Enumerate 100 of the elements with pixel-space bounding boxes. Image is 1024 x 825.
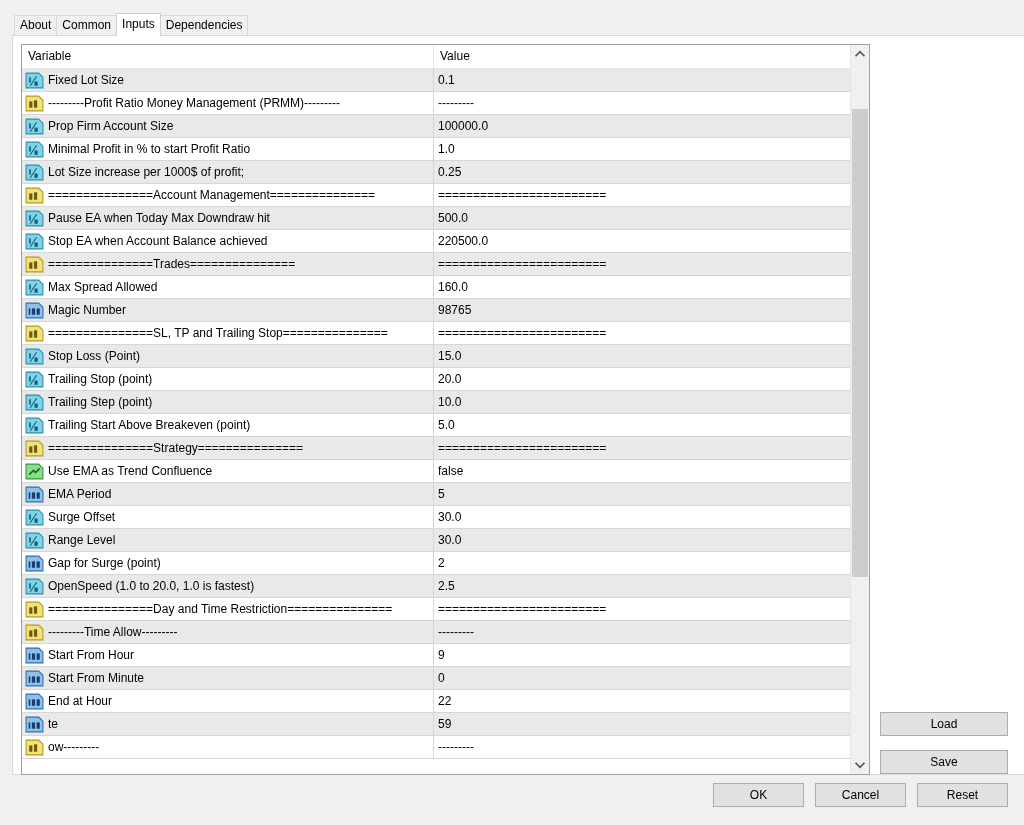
integer-type-icon	[25, 301, 44, 319]
double-type-icon	[25, 508, 44, 526]
integer-type-icon	[25, 669, 44, 687]
variable-name: Lot Size increase per 1000$ of profit;	[48, 165, 245, 179]
variable-value[interactable]: 2.5	[438, 579, 455, 593]
double-type-icon	[25, 393, 44, 411]
scroll-thumb[interactable]	[852, 109, 868, 577]
variable-name: Stop EA when Account Balance achieved	[48, 234, 268, 248]
variable-value[interactable]: 9	[438, 648, 445, 662]
double-type-icon	[25, 278, 44, 296]
variable-value[interactable]: 1.0	[438, 142, 455, 156]
variable-value[interactable]: 0	[438, 671, 445, 685]
variable-value[interactable]: 100000.0	[438, 119, 489, 133]
string-type-icon	[25, 255, 44, 273]
variable-name: ===============Day and Time Restriction===============	[48, 602, 393, 616]
variable-value[interactable]: 0.1	[438, 73, 455, 87]
variable-name: ===============SL, TP and Trailing Stop===============	[48, 326, 388, 340]
tab[interactable]: About	[14, 15, 58, 35]
variable-name: ===============Account Management===============	[48, 188, 375, 202]
variable-name: Pause EA when Today Max Downdraw hit	[48, 211, 270, 225]
variable-name: Trailing Stop (point)	[48, 372, 153, 386]
double-type-icon	[25, 577, 44, 595]
string-type-icon	[25, 94, 44, 112]
variable-value[interactable]: 15.0	[438, 349, 462, 363]
variable-value[interactable]: 30.0	[438, 510, 462, 524]
variable-value[interactable]: ========================	[438, 257, 607, 271]
integer-type-icon	[25, 646, 44, 664]
scrollbar[interactable]	[850, 45, 869, 774]
integer-type-icon	[25, 554, 44, 572]
variable-value[interactable]: 59	[438, 717, 452, 731]
variable-name: OpenSpeed (1.0 to 20.0, 1.0 is fastest)	[48, 579, 255, 593]
variable-value[interactable]: ---------	[438, 96, 474, 110]
variable-name: Minimal Profit in % to start Profit Ratio	[48, 142, 251, 156]
string-type-icon	[25, 738, 44, 756]
variable-name: Start From Minute	[48, 671, 145, 685]
variable-value[interactable]: ========================	[438, 602, 607, 616]
string-type-icon	[25, 623, 44, 641]
string-type-icon	[25, 439, 44, 457]
variable-value[interactable]: 30.0	[438, 533, 462, 547]
variable-value[interactable]: ---------	[438, 625, 474, 639]
variable-name: Fixed Lot Size	[48, 73, 125, 87]
variable-name: EMA Period	[48, 487, 112, 501]
double-type-icon	[25, 117, 44, 135]
variable-name: Trailing Start Above Breakeven (point)	[48, 418, 251, 432]
variable-name: Max Spread Allowed	[48, 280, 158, 294]
variable-name: ow---------	[48, 740, 100, 754]
variable-name: Trailing Step (point)	[48, 395, 153, 409]
variable-value[interactable]: false	[438, 464, 464, 478]
variable-value[interactable]: ========================	[438, 188, 607, 202]
double-type-icon	[25, 232, 44, 250]
dialog-button[interactable]: Cancel	[815, 783, 906, 807]
variable-name: Start From Hour	[48, 648, 134, 662]
variable-value[interactable]: 220500.0	[438, 234, 489, 248]
variable-name: Range Level	[48, 533, 116, 547]
double-type-icon	[25, 370, 44, 388]
tab[interactable]: Inputs	[116, 13, 161, 36]
integer-type-icon	[25, 692, 44, 710]
variable-name: Magic Number	[48, 303, 127, 317]
integer-type-icon	[25, 715, 44, 733]
variable-name: Stop Loss (Point)	[48, 349, 141, 363]
variable-value[interactable]: 22	[438, 694, 452, 708]
variable-value[interactable]: 5.0	[438, 418, 455, 432]
side-button[interactable]: Load	[880, 712, 1008, 736]
variable-value[interactable]: 20.0	[438, 372, 462, 386]
column-header[interactable]: Value	[434, 45, 850, 68]
double-type-icon	[25, 531, 44, 549]
double-type-icon	[25, 209, 44, 227]
variable-name: Use EMA as Trend Confluence	[48, 464, 213, 478]
variable-value[interactable]: 5	[438, 487, 445, 501]
side-button[interactable]: Save	[880, 750, 1008, 774]
double-type-icon	[25, 416, 44, 434]
variable-name: te	[48, 717, 58, 731]
integer-type-icon	[25, 485, 44, 503]
variable-name: ---------Time Allow---------	[48, 625, 178, 639]
variable-value[interactable]: 2	[438, 556, 445, 570]
variable-value[interactable]: ========================	[438, 441, 607, 455]
variable-name: Gap for Surge (point)	[48, 556, 161, 570]
variable-name: ===============Strategy===============	[48, 441, 303, 455]
double-type-icon	[25, 163, 44, 181]
variable-value[interactable]: 500.0	[438, 211, 469, 225]
dialog-button[interactable]: Reset	[917, 783, 1008, 807]
double-type-icon	[25, 140, 44, 158]
variable-value[interactable]: 0.25	[438, 165, 462, 179]
bool-type-icon	[25, 462, 44, 480]
variable-name: Prop Firm Account Size	[48, 119, 174, 133]
variable-value[interactable]: ---------	[438, 740, 474, 754]
variable-name: ===============Trades===============	[48, 257, 296, 271]
variable-value[interactable]: ========================	[438, 326, 607, 340]
dialog-button[interactable]: OK	[713, 783, 804, 807]
variable-name: ---------Profit Ratio Money Management (PRMM)---------	[48, 96, 340, 110]
variable-name: Surge Offset	[48, 510, 116, 524]
variable-value[interactable]: 10.0	[438, 395, 462, 409]
variable-value[interactable]: 98765	[438, 303, 472, 317]
double-type-icon	[25, 347, 44, 365]
tab[interactable]: Dependencies	[159, 15, 249, 35]
variable-value[interactable]: 160.0	[438, 280, 469, 294]
column-header[interactable]: Variable	[22, 45, 434, 68]
string-type-icon	[25, 600, 44, 618]
string-type-icon	[25, 186, 44, 204]
string-type-icon	[25, 324, 44, 342]
